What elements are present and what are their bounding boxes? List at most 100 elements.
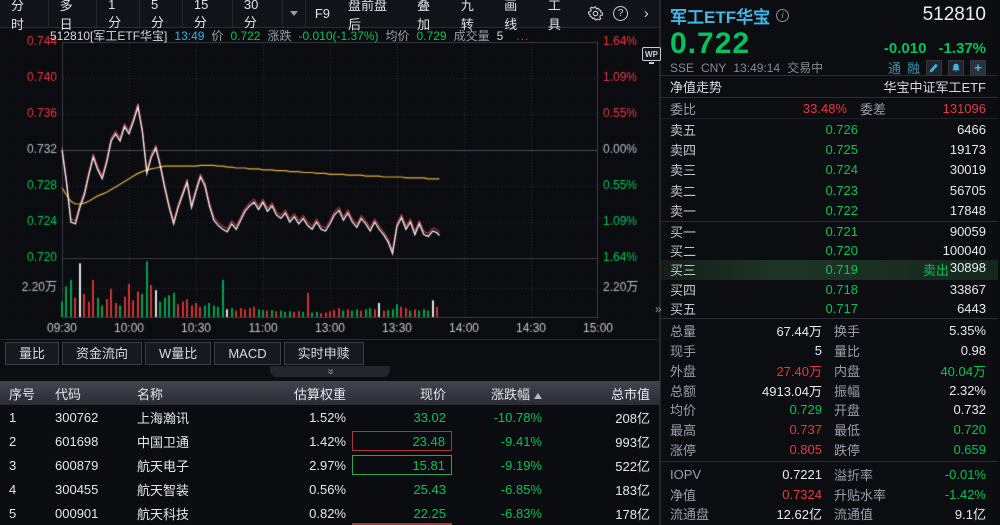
margin-tag-rong[interactable]: 融	[907, 58, 920, 77]
tab-15min[interactable]: 15分	[183, 0, 233, 27]
tab-macd[interactable]: MACD	[214, 342, 280, 365]
bid-label: 买二	[670, 241, 714, 260]
trading-app: 分时 多日 1分 5分 15分 30分 F9 盘前盘后 叠加 九转 画线 工具 …	[0, 0, 1000, 525]
last-price: 0.722	[670, 27, 750, 61]
ask-row-3[interactable]: 卖三 0.724 30019	[670, 160, 986, 180]
menu-f9[interactable]: F9	[306, 0, 339, 27]
quote-stats: 总量67.44万换手5.35% 现手5量比0.98 外盘27.40万内盘40.0…	[661, 319, 998, 463]
cell-price: 25.43	[352, 482, 452, 497]
stat-label: 最低	[834, 420, 860, 439]
ask-row-5[interactable]: 卖五 0.726 6466	[670, 119, 986, 139]
tab-timeline[interactable]: 分时	[0, 0, 49, 27]
nav-trend-row[interactable]: 净值走势 华宝中证军工ETF	[661, 76, 998, 98]
tab-money-flow[interactable]: 资金流向	[62, 342, 142, 365]
sell-tag: 卖出	[923, 260, 949, 279]
tab-volume-ratio[interactable]: 量比	[5, 342, 59, 365]
col-seq[interactable]: 序号	[0, 384, 46, 403]
table-row[interactable]: 1 300762 上海瀚讯 1.52% 33.02 -10.78% 208亿	[0, 405, 660, 429]
bid-label: 买一	[670, 222, 714, 241]
cell-price: 22.25	[352, 506, 452, 521]
stat-value: 0.7221	[782, 467, 822, 482]
price-label: 价	[211, 27, 223, 44]
intraday-chart[interactable]	[0, 28, 660, 339]
col-weight[interactable]: 估算权重	[250, 384, 352, 403]
bid-row-1[interactable]: 买一 0.721 90059	[670, 222, 986, 241]
bid-volume: 33867	[858, 282, 986, 297]
ask-row-2[interactable]: 卖二 0.723 56705	[670, 180, 986, 200]
tab-realtime-creation[interactable]: 实时申赎	[284, 342, 364, 365]
cell-seq: 4	[0, 482, 46, 497]
chart-time: 13:49	[174, 29, 204, 43]
tab-5min[interactable]: 5分	[140, 0, 183, 27]
stat-value: -1.42%	[945, 487, 986, 502]
menu-overlay[interactable]: 叠加	[408, 0, 452, 27]
tab-w-volume-ratio[interactable]: W量比	[145, 342, 211, 365]
wp-overlay-icon[interactable]: WP	[642, 47, 661, 61]
security-name[interactable]: 军工ETF华宝	[670, 3, 770, 28]
wc-label: 委差	[860, 99, 886, 118]
add-watchlist-button[interactable]: +	[970, 60, 986, 76]
ask-volume: 6466	[858, 122, 986, 137]
commission-ratio-row: 委比 33.48% 委差 131096	[661, 98, 998, 119]
cell-name: 航天电子	[128, 456, 250, 475]
stat-value: 9.1亿	[955, 504, 986, 523]
double-chevron-down-icon: »	[326, 368, 335, 374]
trading-status: 交易中	[787, 59, 823, 76]
table-row[interactable]: 2 601698 中国卫通 1.42% 23.48 -9.41% 993亿	[0, 429, 660, 453]
table-header-row: 序号 代码 名称 估算权重 现价 涨跌幅 总市值	[0, 381, 660, 405]
table-row[interactable]: 3 600879 航天电子 2.97% 15.81 -9.19% 522亿	[0, 453, 660, 477]
stat-label: 开盘	[834, 400, 860, 419]
collapse-handle[interactable]: »	[270, 366, 390, 377]
bid-price: 0.721	[714, 224, 858, 239]
ask-row-4[interactable]: 卖四 0.725 19173	[670, 139, 986, 159]
bid-row-2[interactable]: 买二 0.720 100040	[670, 241, 986, 260]
tab-1min[interactable]: 1分	[97, 0, 140, 27]
edit-button[interactable]	[926, 60, 942, 76]
col-name[interactable]: 名称	[128, 384, 250, 403]
menu-nine-turn[interactable]: 九转	[452, 0, 496, 27]
fund-stats: IOPV0.7221溢折率-0.01% 净值0.7324升贴水率-1.42% 流…	[661, 462, 998, 525]
menu-pre-post-market[interactable]: 盘前盘后	[339, 0, 408, 27]
bid-price: 0.718	[714, 282, 858, 297]
settings-button[interactable]	[582, 0, 608, 27]
bid-row-4[interactable]: 买四 0.718 33867	[670, 280, 986, 299]
info-icon[interactable]: i	[776, 9, 789, 22]
period-dropdown[interactable]	[283, 0, 306, 27]
stat-label: 量比	[834, 341, 860, 360]
stat-label: IOPV	[670, 467, 701, 482]
ask-row-1[interactable]: 卖一 0.722 17848	[670, 201, 986, 221]
stat-label: 内盘	[834, 361, 860, 380]
help-button[interactable]: ?	[608, 0, 634, 27]
cell-seq: 5	[0, 506, 46, 521]
alert-button[interactable]	[948, 60, 964, 76]
cell-weight: 2.97%	[250, 458, 352, 473]
stat-value: 27.40万	[776, 361, 822, 380]
help-icon: ?	[613, 6, 628, 21]
gear-icon	[588, 6, 603, 21]
tab-multiday[interactable]: 多日	[49, 0, 98, 27]
bid-row-3-highlighted[interactable]: 买三 0.719 卖出30898	[661, 260, 998, 279]
bid-row-5[interactable]: 买五 0.717 6443	[670, 299, 986, 318]
fund-full-name: 华宝中证军工ETF	[883, 77, 986, 96]
more-indicator[interactable]: ...	[516, 29, 529, 43]
bid-volume: 6443	[858, 301, 986, 316]
col-price[interactable]: 现价	[352, 384, 452, 403]
menu-tools[interactable]: 工具	[539, 0, 583, 27]
stat-value: 0.805	[789, 442, 822, 457]
cell-price: 33.02	[352, 410, 452, 425]
intraday-chart-area: 512810[军工ETF华宝] 13:49 价 0.722 涨跌 -0.010(…	[0, 28, 659, 340]
bid-price: 0.717	[714, 301, 858, 316]
margin-tag-tong[interactable]: 通	[888, 58, 901, 77]
tab-30min[interactable]: 30分	[233, 0, 283, 27]
table-row[interactable]: 4 300455 航天智装 0.56% 25.43 -6.85% 183亿	[0, 477, 660, 501]
menu-draw-line[interactable]: 画线	[495, 0, 539, 27]
stat-value: 0.720	[953, 422, 986, 437]
panel-expand-handle[interactable]: »	[655, 302, 662, 316]
col-change[interactable]: 涨跌幅	[452, 384, 548, 403]
toolbar-expand-button[interactable]: ›	[633, 0, 659, 27]
stat-value: 4913.04万	[762, 381, 822, 400]
col-code[interactable]: 代码	[46, 384, 128, 403]
table-row[interactable]: 5 000901 航天科技 0.82% 22.25 -6.83% 178亿	[0, 501, 660, 525]
price-value: 0.722	[230, 29, 260, 43]
col-market-cap[interactable]: 总市值	[548, 384, 660, 403]
